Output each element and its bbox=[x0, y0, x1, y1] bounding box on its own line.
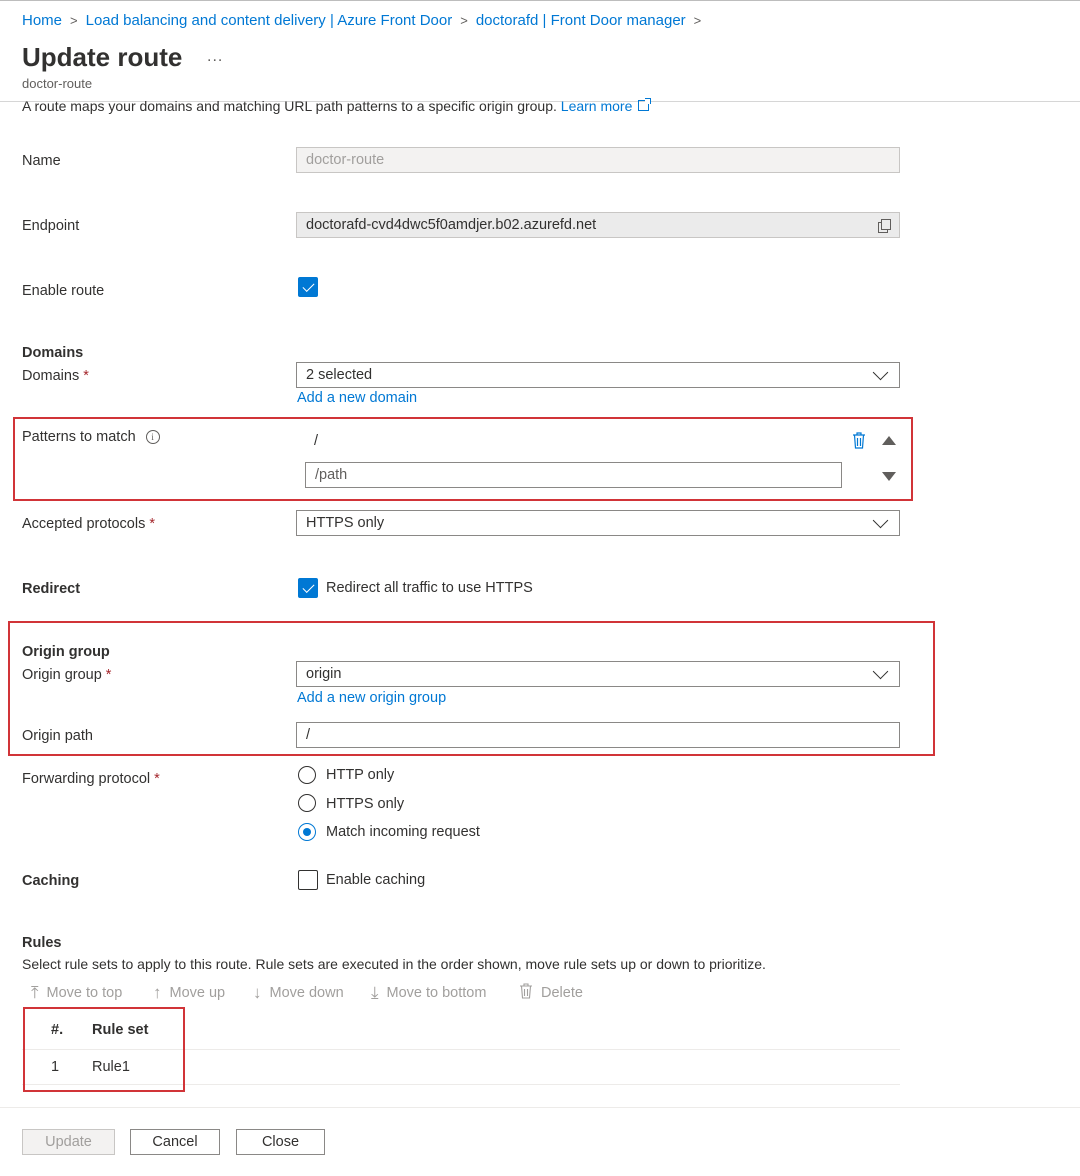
name-field: doctor-route bbox=[296, 147, 900, 173]
radio-match-incoming[interactable] bbox=[298, 823, 316, 841]
move-to-bottom-button[interactable]: ⤓ Move to bottom bbox=[371, 983, 486, 1003]
caching-label: Caching bbox=[22, 873, 80, 889]
add-domain-link[interactable]: Add a new domain bbox=[297, 390, 417, 406]
name-label: Name bbox=[22, 153, 61, 169]
enable-route-checkbox[interactable] bbox=[298, 277, 318, 297]
move-down-icon[interactable] bbox=[882, 472, 896, 481]
origin-group-label: Origin group * bbox=[22, 667, 112, 683]
move-down-button[interactable]: ↓ Move down bbox=[253, 983, 344, 1003]
copy-icon[interactable] bbox=[878, 218, 891, 233]
rules-title: Rules bbox=[22, 935, 62, 951]
breadcrumb-front-door[interactable]: Load balancing and content delivery | Az… bbox=[86, 12, 453, 29]
pattern-input[interactable]: /path bbox=[305, 462, 842, 488]
patterns-label: Patterns to match i bbox=[22, 429, 160, 445]
breadcrumb-front-door-manager[interactable]: doctorafd | Front Door manager bbox=[476, 12, 686, 29]
delete-icon[interactable] bbox=[851, 431, 867, 452]
description-text: A route maps your domains and matching U… bbox=[22, 98, 557, 114]
protocols-dropdown[interactable]: HTTPS only bbox=[296, 510, 900, 536]
learn-more-link[interactable]: Learn more bbox=[561, 98, 652, 114]
forwarding-label: Forwarding protocol * bbox=[22, 771, 160, 787]
radio-http-only-label: HTTP only bbox=[326, 767, 395, 783]
redirect-checkbox-label: Redirect all traffic to use HTTPS bbox=[326, 580, 533, 596]
move-to-top-button[interactable]: ⤒ Move to top bbox=[31, 983, 122, 1003]
enable-caching-label: Enable caching bbox=[326, 872, 426, 888]
cancel-button[interactable]: Cancel bbox=[130, 1129, 220, 1155]
add-origin-group-link[interactable]: Add a new origin group bbox=[297, 690, 446, 706]
domains-label: Domains * bbox=[22, 368, 89, 384]
page-title: Update route bbox=[22, 42, 183, 72]
origin-path-label: Origin path bbox=[22, 728, 93, 744]
external-link-icon bbox=[638, 98, 652, 111]
origin-group-dropdown[interactable]: origin bbox=[296, 661, 900, 687]
radio-match-incoming-label: Match incoming request bbox=[326, 824, 480, 840]
radio-https-only[interactable] bbox=[298, 794, 316, 812]
page-subtitle: doctor-route bbox=[22, 76, 93, 91]
protocols-label: Accepted protocols * bbox=[22, 516, 155, 532]
route-description: A route maps your domains and matching U… bbox=[22, 98, 652, 114]
arrow-up-icon: ↑ bbox=[153, 983, 162, 1002]
endpoint-label: Endpoint bbox=[22, 218, 80, 234]
breadcrumb: Home > Load balancing and content delivery… bbox=[22, 12, 709, 29]
footer-divider bbox=[0, 1107, 1080, 1108]
delete-button[interactable]: Delete bbox=[519, 983, 583, 1003]
redirect-checkbox[interactable] bbox=[298, 578, 318, 598]
move-to-bottom-icon: ⤓ bbox=[371, 983, 379, 1002]
move-up-button[interactable]: ↑ Move up bbox=[153, 983, 225, 1003]
rules-highlight-box bbox=[23, 1007, 185, 1092]
chevron-down-icon bbox=[872, 512, 889, 528]
radio-http-only[interactable] bbox=[298, 766, 316, 784]
endpoint-field: doctorafd-cvd4dwc5f0amdjer.b02.azurefd.n… bbox=[296, 212, 900, 238]
update-button[interactable]: Update bbox=[22, 1129, 115, 1155]
enable-caching-checkbox[interactable] bbox=[298, 870, 318, 890]
chevron-down-icon bbox=[872, 364, 889, 380]
close-button[interactable]: Close bbox=[236, 1129, 325, 1155]
chevron-right-icon: > bbox=[70, 13, 78, 28]
chevron-down-icon bbox=[872, 663, 889, 679]
arrow-down-icon: ↓ bbox=[253, 983, 262, 1002]
rules-description: Select rule sets to apply to this route.… bbox=[22, 956, 766, 972]
move-to-top-icon: ⤒ bbox=[31, 983, 39, 1002]
domains-dropdown[interactable]: 2 selected bbox=[296, 362, 900, 388]
origin-path-input[interactable]: / bbox=[296, 722, 900, 748]
info-icon[interactable]: i bbox=[145, 430, 160, 444]
more-options-icon[interactable]: ... bbox=[207, 48, 223, 66]
top-border bbox=[0, 0, 1080, 1]
enable-route-label: Enable route bbox=[22, 283, 105, 299]
chevron-right-icon: > bbox=[460, 13, 468, 28]
breadcrumb-home[interactable]: Home bbox=[22, 12, 62, 29]
move-up-icon[interactable] bbox=[882, 436, 896, 445]
chevron-right-icon: > bbox=[693, 13, 702, 28]
radio-https-only-label: HTTPS only bbox=[326, 796, 405, 812]
trash-icon bbox=[519, 983, 533, 1003]
domains-section-title: Domains bbox=[22, 345, 84, 361]
pattern-item: / bbox=[314, 433, 319, 449]
origin-section-title: Origin group bbox=[22, 644, 110, 660]
redirect-label: Redirect bbox=[22, 581, 81, 597]
